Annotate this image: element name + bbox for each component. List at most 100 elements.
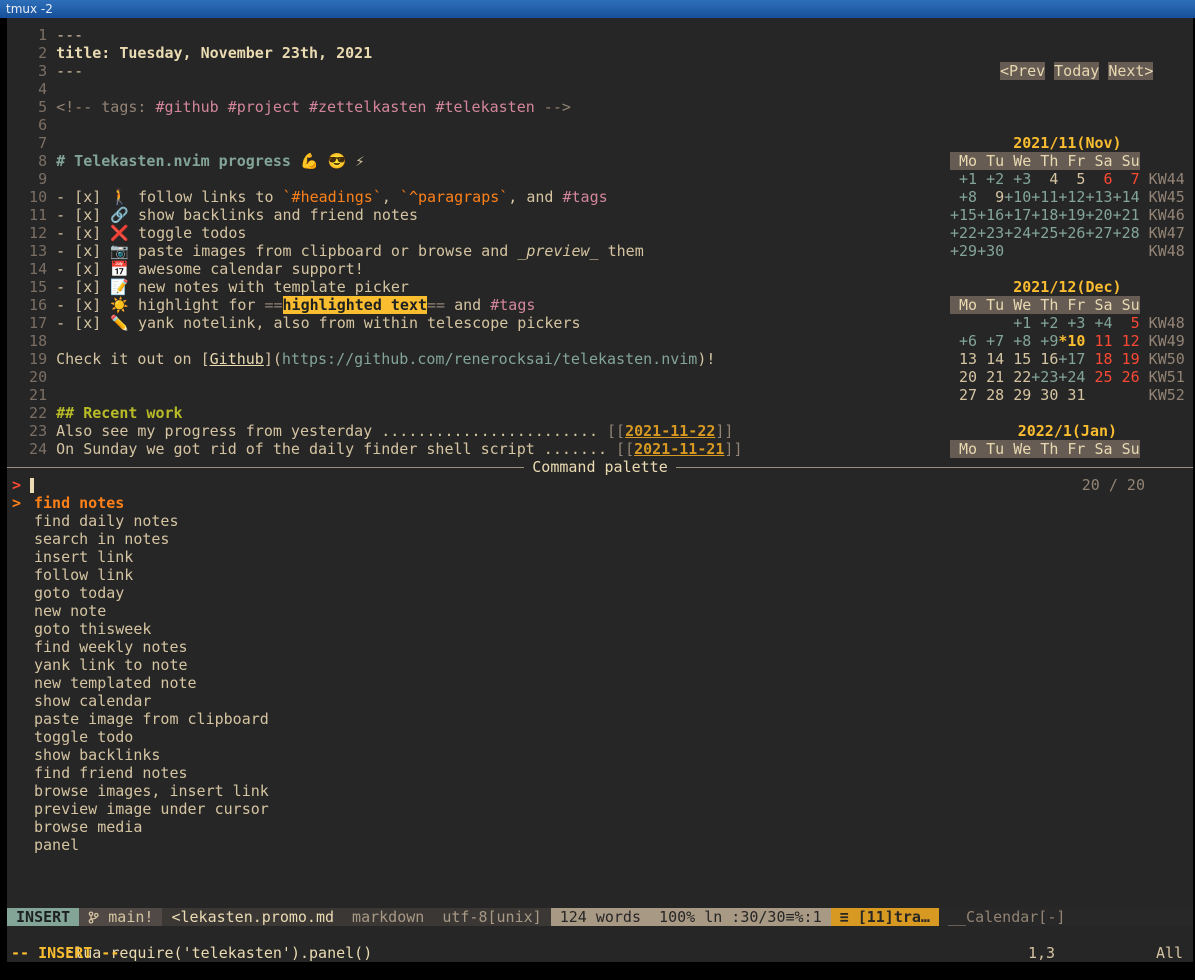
calendar-day[interactable]: +4 — [1085, 314, 1112, 332]
editor-line: 6 — [11, 116, 948, 134]
palette-item[interactable]: yank link to note — [7, 656, 1193, 674]
palette-item[interactable]: search in notes — [7, 530, 1193, 548]
calendar-day[interactable]: 7 — [1113, 170, 1140, 188]
calendar-day[interactable]: 29 — [1004, 386, 1031, 404]
calendar-day[interactable]: +29 — [950, 242, 977, 260]
calendar-day[interactable]: +30 — [977, 242, 1004, 260]
editor-text-segment: )! — [697, 350, 715, 368]
calendar-day[interactable]: +9 — [1031, 332, 1058, 350]
palette-prompt-input[interactable]: > 20 / 20 — [7, 476, 1193, 494]
calendar-day[interactable]: +8 — [1004, 332, 1031, 350]
calendar-day[interactable]: 14 — [977, 350, 1004, 368]
calendar-day[interactable]: +12 — [1058, 188, 1085, 206]
line-number: 7 — [11, 134, 47, 152]
calendar-day[interactable]: 16 — [1031, 350, 1058, 368]
today-button[interactable]: Today — [1054, 62, 1099, 80]
palette-item[interactable]: show backlinks — [7, 746, 1193, 764]
palette-item[interactable]: paste image from clipboard — [7, 710, 1193, 728]
palette-item[interactable]: browse media — [7, 818, 1193, 836]
calendar-day[interactable]: +23 — [1031, 368, 1058, 386]
calendar-day[interactable]: +6 — [950, 332, 977, 350]
calendar-day[interactable]: +3 — [1058, 314, 1085, 332]
calendar-day[interactable]: 21 — [977, 368, 1004, 386]
calendar-week-number: KW44 — [1140, 170, 1185, 188]
calendar-day[interactable]: 6 — [1085, 170, 1112, 188]
calendar-day[interactable]: +24 — [1058, 368, 1085, 386]
palette-item[interactable]: find weekly notes — [7, 638, 1193, 656]
calendar-day[interactable]: 27 — [950, 386, 977, 404]
editor-pane[interactable]: 1---2title: Tuesday, November 23th, 2021… — [7, 26, 948, 458]
prev-button[interactable]: <Prev — [1000, 62, 1045, 80]
palette-item-label: goto today — [34, 584, 124, 602]
calendar-day[interactable]: 5 — [1058, 170, 1085, 188]
editor-text-segment: [[ — [616, 440, 634, 458]
palette-item[interactable]: find daily notes — [7, 512, 1193, 530]
calendar-day[interactable]: +7 — [977, 332, 1004, 350]
calendar-day[interactable]: +26 — [1058, 224, 1085, 242]
palette-item-label: search in notes — [34, 530, 169, 548]
calendar-day[interactable]: 13 — [950, 350, 977, 368]
calendar-day[interactable]: *10 — [1058, 332, 1085, 350]
calendar-day[interactable]: +13 — [1085, 188, 1112, 206]
palette-item[interactable]: follow link — [7, 566, 1193, 584]
palette-item[interactable]: show calendar — [7, 692, 1193, 710]
calendar-week-number: KW45 — [1140, 188, 1185, 206]
palette-item[interactable]: >find notes — [7, 494, 1193, 512]
calendar-day[interactable]: +22 — [950, 224, 977, 242]
calendar-week-number: KW52 — [1140, 386, 1185, 404]
palette-item[interactable]: goto today — [7, 584, 1193, 602]
calendar-day[interactable]: 30 — [1031, 386, 1058, 404]
calendar-day[interactable]: +18 — [1031, 206, 1058, 224]
calendar-day[interactable]: 20 — [950, 368, 977, 386]
calendar-day[interactable]: +17 — [1004, 206, 1031, 224]
next-button[interactable]: Next> — [1108, 62, 1153, 80]
calendar-day[interactable]: +2 — [977, 170, 1004, 188]
calendar-day[interactable]: +23 — [977, 224, 1004, 242]
calendar-week-number: KW51 — [1140, 368, 1185, 386]
calendar-day[interactable]: 15 — [1004, 350, 1031, 368]
calendar-day[interactable]: 5 — [1113, 314, 1140, 332]
calendar-day[interactable]: 25 — [1085, 368, 1112, 386]
calendar-day[interactable]: +21 — [1113, 206, 1140, 224]
palette-item[interactable]: insert link — [7, 548, 1193, 566]
calendar-week-number: KW47 — [1140, 224, 1185, 242]
calendar-day[interactable]: +8 — [950, 188, 977, 206]
calendar-day[interactable]: 11 — [1085, 332, 1112, 350]
calendar-day[interactable]: +28 — [1113, 224, 1140, 242]
palette-item[interactable]: preview image under cursor — [7, 800, 1193, 818]
calendar-day[interactable]: 28 — [977, 386, 1004, 404]
line-number: 23 — [11, 422, 47, 440]
calendar-day[interactable]: +15 — [950, 206, 977, 224]
calendar-day[interactable]: +11 — [1031, 188, 1058, 206]
calendar-day[interactable]: 22 — [1004, 368, 1031, 386]
calendar-day[interactable]: 26 — [1113, 368, 1140, 386]
calendar-day[interactable]: +19 — [1058, 206, 1085, 224]
calendar-day[interactable]: +2 — [1031, 314, 1058, 332]
palette-item[interactable]: goto thisweek — [7, 620, 1193, 638]
calendar-day[interactable]: +24 — [1004, 224, 1031, 242]
calendar-day[interactable]: 9 — [977, 188, 1004, 206]
calendar-day[interactable]: +20 — [1085, 206, 1112, 224]
calendar-day[interactable]: 18 — [1085, 350, 1112, 368]
calendar-day[interactable]: +10 — [1004, 188, 1031, 206]
calendar-day[interactable]: +27 — [1085, 224, 1112, 242]
calendar-day[interactable]: +1 — [1004, 314, 1031, 332]
calendar-day[interactable]: 12 — [1113, 332, 1140, 350]
calendar-dow-header: Mo Tu We Th Fr Sa Su — [950, 440, 1140, 458]
calendar-day[interactable]: +1 — [950, 170, 977, 188]
palette-item[interactable]: find friend notes — [7, 764, 1193, 782]
calendar-day[interactable]: +16 — [977, 206, 1004, 224]
editor-line: 22## Recent work — [11, 404, 948, 422]
palette-item[interactable]: toggle todo — [7, 728, 1193, 746]
calendar-day[interactable]: 31 — [1058, 386, 1085, 404]
palette-item[interactable]: new note — [7, 602, 1193, 620]
palette-item[interactable]: panel — [7, 836, 1193, 854]
calendar-day[interactable]: +17 — [1058, 350, 1085, 368]
calendar-day[interactable]: +25 — [1031, 224, 1058, 242]
calendar-day[interactable]: +3 — [1004, 170, 1031, 188]
calendar-day[interactable]: 19 — [1113, 350, 1140, 368]
calendar-day[interactable]: 4 — [1031, 170, 1058, 188]
palette-item[interactable]: new templated note — [7, 674, 1193, 692]
calendar-day[interactable]: +14 — [1113, 188, 1140, 206]
palette-item[interactable]: browse images, insert link — [7, 782, 1193, 800]
